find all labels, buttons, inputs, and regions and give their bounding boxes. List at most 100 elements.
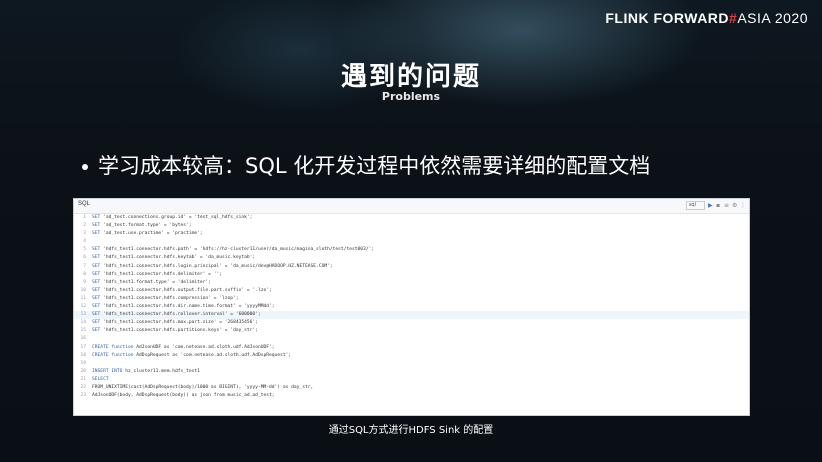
code-keyword: SELECT (92, 376, 109, 382)
bullet-text: 学习成本较高：SQL 化开发过程中依然需要详细的配置文档 (98, 154, 651, 178)
code-line[interactable]: 20 INSERT INTO hz_cluster11.mem.hdfs_test… (74, 368, 749, 376)
code-line[interactable]: 7 SET 'hdfs_test1.connector.hdfs.login.pr… (74, 263, 749, 271)
line-number: 23 (80, 393, 86, 399)
code-text: 'hdfs_test1.connector.hdfs.keytab' = 'da… (100, 255, 256, 261)
line-number: 8 (83, 271, 86, 277)
code-keyword: SET (92, 312, 101, 318)
slide-title: 遇到的问题 (340, 62, 481, 92)
code-line[interactable]: 23 AdJsonUDF(body, AdDspRequest(body)) as… (74, 392, 749, 400)
code-keyword: SET (92, 223, 101, 229)
line-number: 2 (83, 223, 86, 229)
line-number: 10 (80, 287, 86, 293)
code-text: 'hdfs_test1.connector.hdfs.output.file.p… (100, 287, 272, 293)
line-number: 22 (80, 384, 86, 390)
code-text: 'hdfs_test1.connector.hdfs.compression' … (100, 295, 239, 301)
code-line[interactable]: 19 (74, 360, 749, 368)
line-number: 15 (80, 328, 86, 334)
code-line[interactable]: 10 SET 'hdfs_test1.connector.hdfs.output.… (74, 287, 749, 295)
code-text: 'hdfs_test1.format.type' = 'delimiter'; (100, 279, 211, 285)
code-text: AdDspRequest as 'com.netease.ad.sloth.ud… (133, 352, 292, 358)
code-keyword: SET (92, 247, 101, 253)
code-keyword: CREATE function (92, 344, 134, 350)
code-line[interactable]: 18 CREATE function AdDspRequest as 'com.n… (74, 352, 749, 360)
code-line[interactable]: 12 SET 'hdfs_test1.connector.hdfs.dir.nam… (74, 303, 749, 311)
code-line[interactable]: 5 SET 'hdfs_test1.connector.hdfs.path' = … (74, 246, 749, 254)
code-keyword: SET (92, 279, 101, 285)
code-line[interactable]: 13 SET 'hdfs_test1.connector.hdfs.rollove… (74, 311, 749, 320)
line-number: 6 (83, 255, 86, 261)
code-line[interactable]: 11 SET 'hdfs_test1.connector.hdfs.compres… (74, 295, 749, 303)
code-line[interactable]: 17 CREATE function AdJsonUDF as 'com.nete… (74, 344, 749, 352)
brand-part1: FLINK FORWARD (605, 10, 730, 26)
code-text: 'hdfs_test1.connector.hdfs.path' = 'hdfs… (100, 247, 375, 253)
settings-icon[interactable]: ⚙ (732, 202, 737, 209)
format-icon[interactable]: ≡ (724, 202, 729, 209)
code-text: 'hdfs_test1.connector.hdfs.login.princip… (100, 263, 333, 269)
code-line[interactable]: 2 SET 'ad_test.format.type' = 'bytes'; (74, 222, 749, 230)
code-line[interactable]: 3 SET 'ad_test.use.practime' = 'practime'… (74, 230, 749, 238)
code-text: 'ad_test.format.type' = 'bytes'; (100, 223, 192, 229)
line-number: 13 (80, 312, 86, 318)
code-area[interactable]: 1 SET 'ad_test.connections.group.id' = 't… (74, 214, 749, 400)
code-text: AdJsonUDF as 'com.netease.ad.sloth.udf.A… (133, 344, 275, 350)
line-number: 18 (80, 352, 86, 358)
code-keyword: SET (92, 271, 101, 277)
line-number: 3 (83, 231, 86, 237)
code-text: 'hdfs_test1.connector.hdfs.rollover.inte… (100, 312, 261, 318)
save-icon[interactable]: ▪ (716, 202, 721, 209)
bullet-point: 学习成本较高：SQL 化开发过程中依然需要详细的配置文档 (82, 150, 650, 180)
brand-part2: ASIA 2020 (737, 10, 808, 26)
line-number: 7 (83, 263, 86, 269)
code-keyword: SET (92, 255, 101, 261)
code-text: 'hdfs_test1.connector.hdfs.partitions.ke… (100, 328, 258, 334)
line-number: 9 (83, 279, 86, 285)
code-line[interactable]: 15 SET 'hdfs_test1.connector.hdfs.partiti… (74, 327, 749, 335)
code-keyword: SET (92, 304, 101, 310)
code-line[interactable]: 8 SET 'hdfs_test1.connector.hdfs.delimite… (74, 271, 749, 279)
line-number: 17 (80, 344, 86, 350)
code-text: 'hdfs_test1.connector.hdfs.delimiter' = … (100, 271, 223, 277)
code-text: 'hdfs_test1.connector.hdfs.dir.name.time… (100, 304, 275, 310)
slide-subtitle: Problems (381, 90, 441, 103)
line-number: 12 (80, 304, 86, 310)
run-icon[interactable]: ▶ (708, 202, 713, 209)
code-text: 'ad_test.use.practime' = 'practime'; (100, 231, 203, 237)
code-keyword: SET (92, 215, 101, 220)
code-keyword: SET (92, 263, 101, 269)
code-text: 'ad_test.connections.group.id' = 'test_s… (100, 215, 253, 220)
editor-toolbar: SQL sql ▶ ▪ ≡ ⚙ ⋮ (74, 199, 749, 214)
sql-editor-panel: SQL sql ▶ ▪ ≡ ⚙ ⋮ 1 SET 'ad_test.connecti… (73, 198, 750, 416)
line-number: 11 (80, 295, 86, 301)
code-keyword: SET (92, 295, 101, 301)
line-number: 5 (83, 247, 86, 253)
code-keyword: SET (92, 287, 101, 293)
code-text: AdJsonUDF(body, AdDspRequest(body)) as j… (92, 393, 275, 399)
bullet-dot-icon (82, 164, 88, 170)
more-icon[interactable]: ⋮ (740, 202, 746, 209)
editor-tools: sql ▶ ▪ ≡ ⚙ ⋮ (685, 201, 746, 210)
tab-sql[interactable]: SQL (78, 201, 90, 207)
line-number: 16 (80, 336, 86, 342)
line-number: 1 (83, 215, 86, 220)
code-text: FROM_UNIXTIME(cast(AdDspRequest(body)/10… (92, 384, 314, 390)
code-line[interactable]: 22 FROM_UNIXTIME(cast(AdDspRequest(body)/… (74, 384, 749, 392)
line-number: 4 (83, 239, 86, 245)
code-text: 'hdfs_test1.connector.hdfs.max.part.size… (100, 320, 258, 326)
line-number: 21 (80, 376, 86, 382)
brand-logo: FLINK FORWARD#ASIA 2020 (605, 10, 808, 26)
code-keyword: SET (92, 231, 101, 237)
code-keyword: CREATE function (92, 352, 134, 358)
code-line[interactable]: 6 SET 'hdfs_test1.connector.hdfs.keytab' … (74, 254, 749, 262)
code-line[interactable]: 4 (74, 238, 749, 246)
code-line[interactable]: 21 SELECT (74, 376, 749, 384)
code-line[interactable]: 16 (74, 335, 749, 343)
code-line[interactable]: 14 SET 'hdfs_test1.connector.hdfs.max.par… (74, 319, 749, 327)
code-keyword: SET (92, 320, 101, 326)
line-number: 20 (80, 368, 86, 374)
line-number: 14 (80, 320, 86, 326)
code-line[interactable]: 1 SET 'ad_test.connections.group.id' = 't… (74, 214, 749, 222)
slide-caption: 通过SQL方式进行HDFS Sink 的配置 (328, 425, 494, 436)
code-keyword: INSERT INTO (92, 368, 123, 374)
mode-select[interactable]: sql (685, 201, 705, 210)
code-line[interactable]: 9 SET 'hdfs_test1.format.type' = 'delimit… (74, 279, 749, 287)
